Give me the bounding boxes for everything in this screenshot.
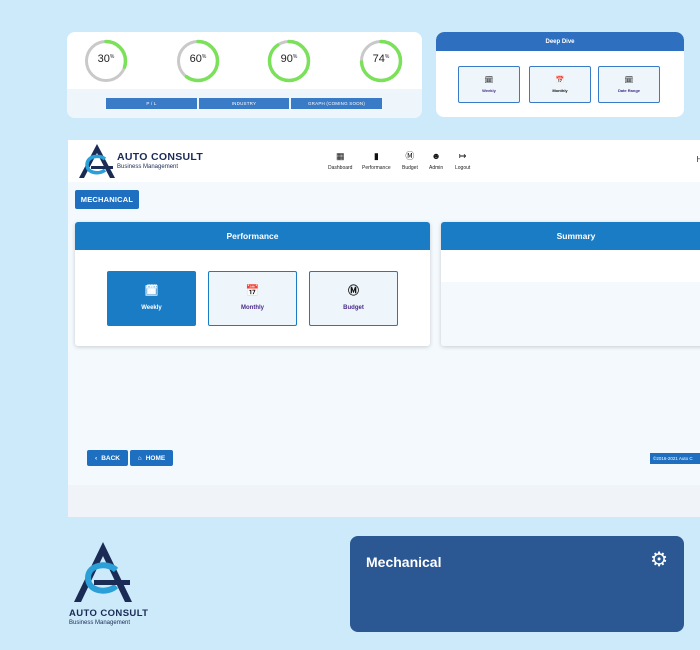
performance-monthly-button[interactable]: 📅 Monthly xyxy=(208,271,297,326)
pl-button[interactable]: P / L xyxy=(106,98,197,109)
performance-panel: Performance 🗓 Weekly 📅 Monthly Ⓜ Budget xyxy=(75,222,430,346)
industry-button[interactable]: INDUSTRY xyxy=(199,98,289,109)
brand-tagline: Business Management xyxy=(69,620,131,626)
back-button[interactable]: ‹ BACK xyxy=(87,450,128,466)
nav-logout[interactable]: ↦ Logout xyxy=(455,151,470,171)
home-label: HOME xyxy=(145,454,166,462)
calendar-month-icon: 📅 xyxy=(245,285,260,297)
performance-button-label: Monthly xyxy=(241,305,264,311)
home-icon: ⌂ xyxy=(137,454,142,462)
nav-label: Dashboard xyxy=(328,165,353,171)
deep-dive-monthly-button[interactable]: 📅 Monthly xyxy=(529,66,591,103)
graph-button[interactable]: GRAPH (COMING SOON) xyxy=(291,98,382,109)
mechanical-category-button[interactable]: MECHANICAL xyxy=(75,190,139,209)
deep-dive-title: Deep Dive xyxy=(436,32,684,51)
nav-performance[interactable]: ▮ Performance xyxy=(362,151,391,171)
home-button[interactable]: ⌂ HOME xyxy=(130,450,173,466)
gauge-industry: 60% xyxy=(176,39,220,83)
gauge-value: 30 xyxy=(97,53,110,65)
dollar-icon: Ⓜ xyxy=(348,285,359,297)
nav-label: Logout xyxy=(455,165,471,171)
gauge-pl: 30% xyxy=(84,39,128,83)
gauge-graph: 90% xyxy=(267,39,311,83)
nav-label: Budget xyxy=(402,165,418,171)
logout-icon: ↦ xyxy=(458,151,467,161)
brand-logo-large: AUTO CONSULT Business Management xyxy=(68,540,158,630)
date-range-icon: 🗓 xyxy=(624,76,634,84)
performance-budget-button[interactable]: Ⓜ Budget xyxy=(309,271,398,326)
navbar: AUTO CONSULT Business Management ▦ Dashb… xyxy=(68,140,700,182)
nav-label: Admin xyxy=(429,165,444,171)
logo-icon xyxy=(79,144,115,178)
deep-dive-card: Deep Dive 🗓 Weekly 📅 Monthly 🗓 Date Rang… xyxy=(436,32,684,117)
performance-weekly-button[interactable]: 🗓 Weekly xyxy=(107,271,196,326)
nav-dashboard[interactable]: ▦ Dashboard xyxy=(328,151,352,171)
gauge-fourth: 74% xyxy=(359,39,403,83)
nav-budget[interactable]: Ⓜ Budget xyxy=(402,151,418,171)
deep-dive-date-range-button[interactable]: 🗓 Date Range xyxy=(598,66,660,103)
deep-dive-weekly-button[interactable]: 🗓 Weekly xyxy=(458,66,520,103)
calendar-month-icon: 📅 xyxy=(555,76,565,84)
gauge-card: 30% 60% 90% 74% P / L INDUSTRY GRAPH (CO… xyxy=(67,32,422,118)
gauge-unit: % xyxy=(292,54,298,60)
brand: AUTO CONSULT Business Management xyxy=(117,151,203,170)
deep-dive-button-label: Monthly xyxy=(552,87,568,93)
deep-dive-button-label: Weekly xyxy=(482,87,496,93)
gauge-unit: % xyxy=(201,54,207,60)
gauge-unit: % xyxy=(384,54,390,60)
footer-bar xyxy=(68,485,700,517)
dollar-icon: Ⓜ xyxy=(405,151,415,161)
chevron-left-icon: ‹ xyxy=(95,454,98,462)
brand-tagline: Business Management xyxy=(117,164,179,170)
nav-label: Performance xyxy=(362,165,391,171)
logo-icon xyxy=(74,542,132,602)
summary-body xyxy=(441,282,700,346)
deep-dive-button-label: Date Range xyxy=(617,87,640,93)
performance-button-label: Budget xyxy=(343,305,364,311)
summary-panel: Summary xyxy=(441,222,700,346)
back-label: BACK xyxy=(101,454,120,462)
calendar-week-icon: 🗓 xyxy=(484,76,494,84)
app-window: AUTO CONSULT Business Management ▦ Dashb… xyxy=(68,140,700,517)
performance-panel-title: Performance xyxy=(75,222,430,250)
dashboard-icon: ▦ xyxy=(335,151,345,161)
copyright: ©2016-2021 Auto C xyxy=(650,453,700,464)
gauge-value: 74 xyxy=(372,53,385,65)
summary-panel-title: Summary xyxy=(441,222,700,250)
brand-name: AUTO CONSULT xyxy=(117,151,204,163)
greeting: Hi xyxy=(696,155,700,164)
bar-chart-icon: ▮ xyxy=(373,151,379,161)
mechanical-card[interactable]: Mechanical ⚙ xyxy=(350,536,684,632)
brand-name: AUTO CONSULT xyxy=(69,608,149,619)
gauge-unit: % xyxy=(109,54,115,60)
performance-button-label: Weekly xyxy=(141,305,162,311)
calendar-icon: 🗓 xyxy=(144,285,159,297)
gauge-value: 90 xyxy=(280,53,293,65)
admin-icon: ☻ xyxy=(431,151,441,161)
mechanical-card-title: Mechanical xyxy=(366,554,442,570)
nav-admin[interactable]: ☻ Admin xyxy=(429,151,443,171)
gear-icon[interactable]: ⚙ xyxy=(650,550,668,570)
gauge-value: 60 xyxy=(189,53,202,65)
